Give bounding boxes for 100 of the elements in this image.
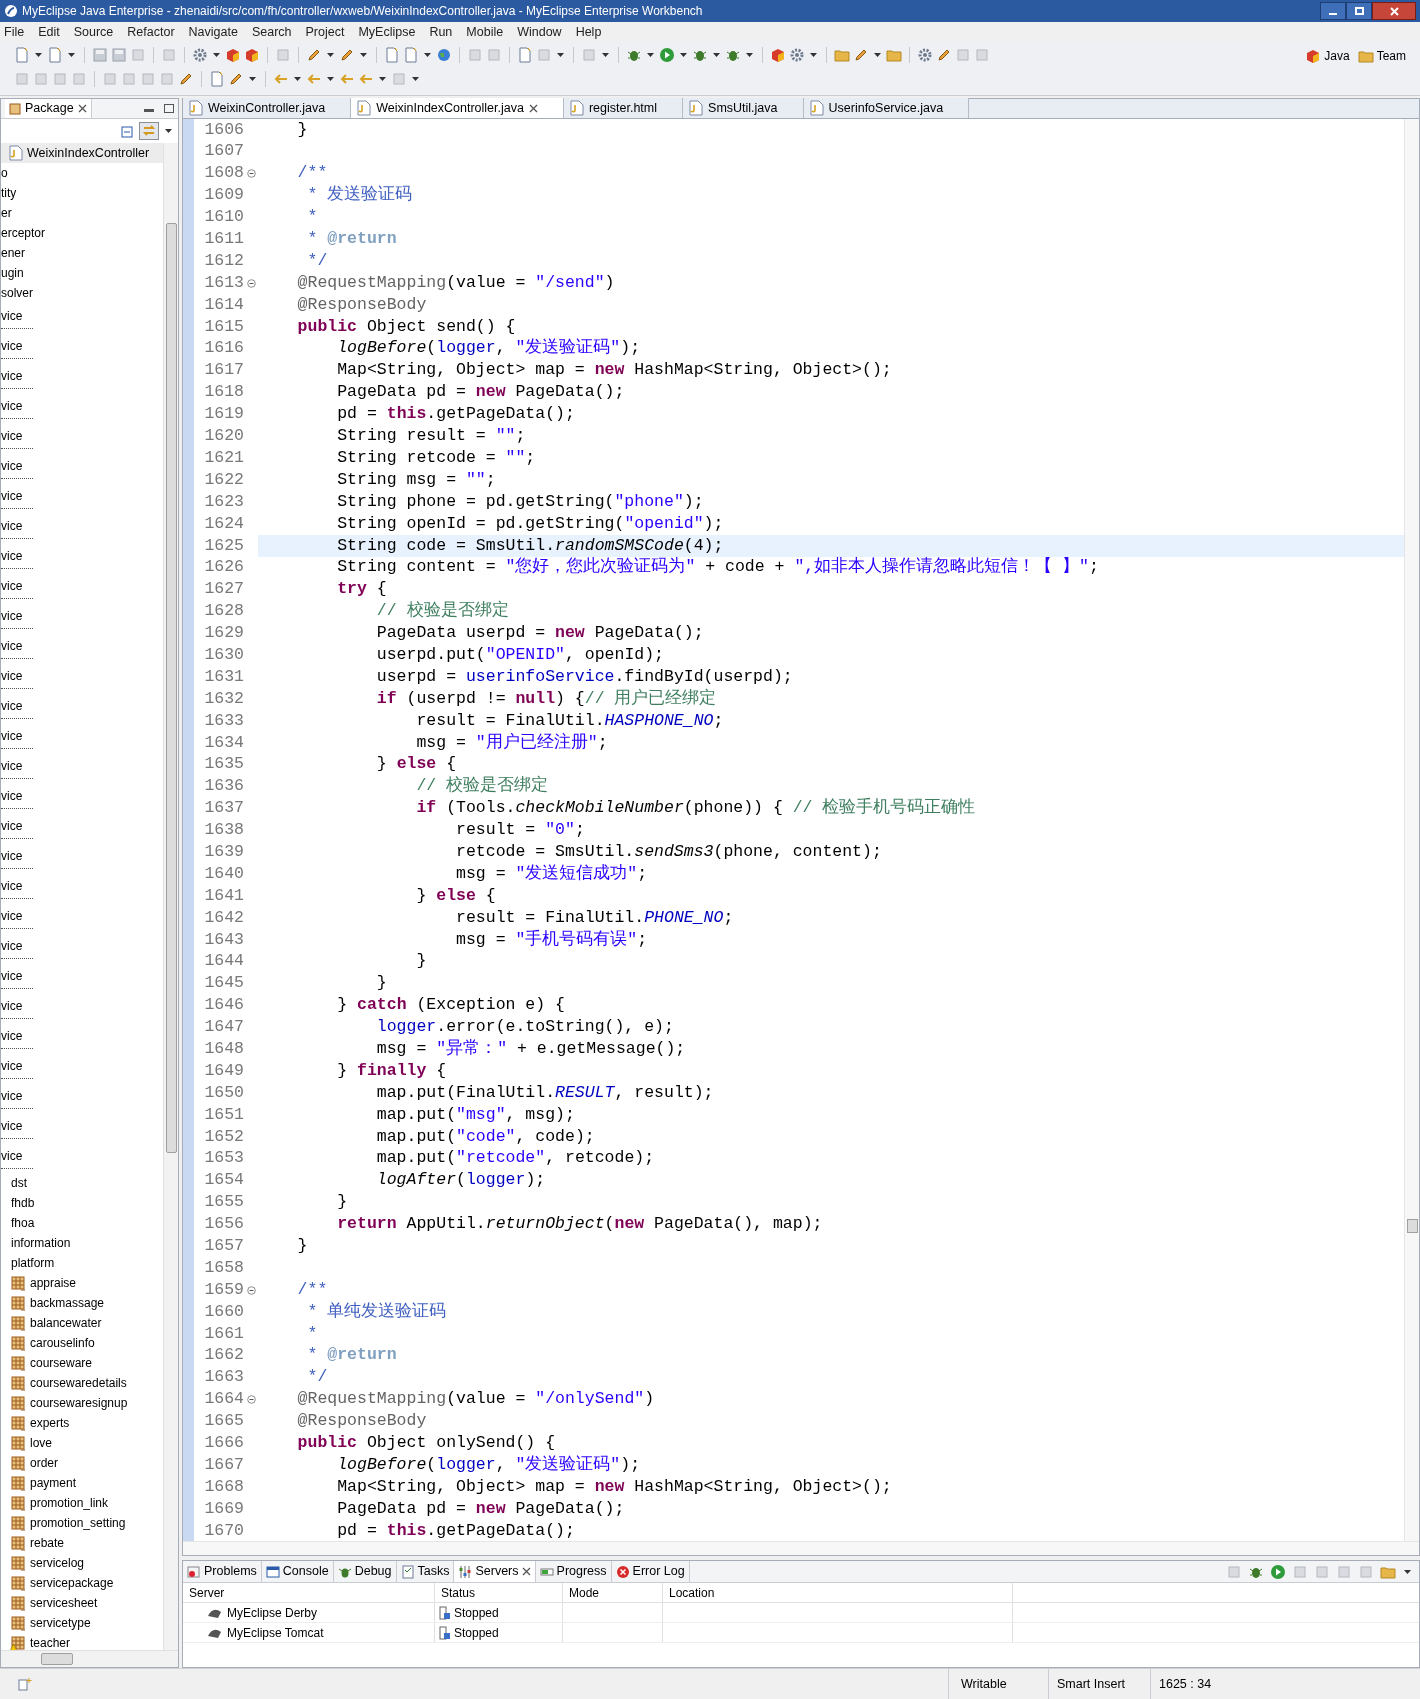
view-tab[interactable]: Error Log — [611, 1561, 690, 1582]
package-item[interactable]: coursewaredetails — [30, 1374, 127, 1392]
tree-item[interactable]: vice — [1, 787, 163, 805]
new-view-icon[interactable] — [18, 1677, 32, 1691]
column-header[interactable]: Mode — [569, 1583, 600, 1602]
editor-tab[interactable]: SmsUtil.java — [683, 98, 804, 118]
menu-item[interactable]: MyEclipse — [358, 22, 416, 42]
tree-item[interactable]: vice — [1, 1087, 163, 1105]
tree-item[interactable]: ugin — [1, 264, 24, 282]
caret-icon[interactable] — [213, 53, 220, 57]
cube-icon[interactable] — [770, 47, 786, 63]
view-tab[interactable]: Problems — [183, 1561, 262, 1582]
pencil-icon[interactable] — [936, 47, 952, 63]
tree-item[interactable]: vice — [1, 1117, 163, 1135]
package-item[interactable]: servicepackage — [30, 1574, 114, 1592]
new-file-icon[interactable] — [403, 47, 419, 63]
cube-icon[interactable] — [225, 47, 241, 63]
run-icon[interactable] — [659, 47, 675, 63]
editor-tab[interactable]: WeixinController.java — [183, 98, 352, 118]
view-tab[interactable]: Progress — [535, 1561, 612, 1582]
caret-icon[interactable] — [360, 53, 367, 57]
editor-tab[interactable]: WeixinIndexController.java — [351, 98, 564, 118]
caret-icon[interactable] — [874, 53, 881, 57]
package-item[interactable]: promotion_link — [30, 1494, 109, 1512]
caret-icon[interactable] — [602, 53, 609, 57]
caret-icon[interactable] — [412, 77, 419, 81]
vertical-scrollbar[interactable] — [163, 143, 178, 1650]
horizontal-scrollbar[interactable] — [1, 1650, 178, 1667]
column-header[interactable]: Location — [669, 1583, 715, 1602]
tree-item[interactable]: vice — [1, 1147, 163, 1165]
tree-item[interactable]: vice — [1, 667, 163, 685]
package-item[interactable]: balancewater — [30, 1314, 102, 1332]
tree-item[interactable]: vice — [1, 487, 163, 505]
maximize-view-button[interactable] — [164, 104, 174, 113]
collapse-all-icon[interactable] — [121, 124, 135, 138]
collapse-icon[interactable] — [246, 1395, 256, 1405]
editor-tab[interactable]: register.html — [563, 98, 684, 118]
package-item[interactable]: servicetype — [30, 1614, 91, 1632]
run-icon[interactable] — [1270, 1563, 1286, 1580]
gear-icon[interactable] — [917, 47, 933, 63]
tree-item[interactable]: vice — [1, 367, 163, 385]
pencil-icon[interactable] — [228, 71, 244, 87]
tree-item[interactable]: erceptor — [1, 224, 46, 242]
tree-item[interactable]: vice — [1, 577, 163, 595]
cube-icon[interactable] — [244, 47, 260, 63]
package-item[interactable]: carouselinfo — [30, 1334, 95, 1352]
tree-item[interactable]: vice — [1, 1027, 163, 1045]
new-file-icon[interactable] — [209, 71, 225, 87]
collapse-icon[interactable] — [246, 169, 256, 179]
package-item[interactable]: love — [30, 1434, 52, 1452]
view-tab[interactable]: Servers — [454, 1561, 536, 1582]
tree-item[interactable]: ener — [1, 244, 26, 262]
menu-item[interactable]: Refactor — [127, 22, 175, 42]
tree-item[interactable]: vice — [1, 517, 163, 535]
close-icon[interactable] — [77, 104, 87, 113]
caret-icon[interactable] — [379, 77, 386, 81]
tree-item[interactable]: vice — [1, 757, 163, 775]
package-item[interactable]: order — [30, 1454, 58, 1472]
caret-icon[interactable] — [557, 53, 564, 57]
tree-item[interactable]: vice — [1, 907, 163, 925]
tree-item[interactable]: vice — [1, 637, 163, 655]
tree-item[interactable]: vice — [1, 397, 163, 415]
package-item[interactable]: payment — [30, 1474, 77, 1492]
package-item[interactable]: rebate — [30, 1534, 65, 1552]
view-tab[interactable]: Console — [261, 1561, 334, 1582]
tree-item[interactable]: vice — [1, 1057, 163, 1075]
caret-icon[interactable] — [165, 129, 172, 133]
menu-item[interactable]: Help — [575, 22, 602, 42]
tree-item[interactable]: dst — [11, 1174, 27, 1192]
package-item[interactable]: promotion_setting — [30, 1514, 126, 1532]
pencil-icon[interactable] — [178, 71, 194, 87]
tree-item[interactable]: vice — [1, 967, 163, 985]
tree-item[interactable]: vice — [1, 457, 163, 475]
tree-item[interactable]: vice — [1, 337, 163, 355]
gear-icon[interactable] — [789, 47, 805, 63]
globe-icon[interactable] — [436, 47, 452, 63]
caret-icon[interactable] — [647, 53, 654, 57]
package-item[interactable]: servicelog — [30, 1554, 85, 1572]
vertical-scrollbar[interactable] — [1404, 119, 1419, 1541]
tree-item[interactable]: information — [11, 1234, 71, 1252]
tree-item[interactable]: er — [1, 204, 12, 222]
caret-icon[interactable] — [249, 77, 256, 81]
menu-item[interactable]: Window — [517, 22, 562, 42]
caret-icon[interactable] — [327, 77, 334, 81]
tree-item[interactable]: solver — [1, 284, 33, 302]
menu-item[interactable]: Run — [429, 22, 453, 42]
tree-item[interactable]: vice — [1, 817, 163, 835]
caret-icon[interactable] — [327, 53, 334, 57]
menu-item[interactable]: Mobile — [466, 22, 504, 42]
menu-item[interactable]: Project — [305, 22, 345, 42]
gear-icon[interactable] — [192, 47, 208, 63]
new-file-icon[interactable] — [47, 47, 63, 63]
close-button[interactable] — [1372, 2, 1416, 20]
collapse-icon[interactable] — [246, 278, 256, 288]
perspective-button[interactable]: Java — [1324, 47, 1350, 65]
caret-icon[interactable] — [68, 53, 75, 57]
package-item[interactable]: appraise — [30, 1274, 77, 1292]
caret-icon[interactable] — [294, 77, 301, 81]
menu-item[interactable]: File — [4, 22, 25, 42]
package-item[interactable]: backmassage — [30, 1294, 105, 1312]
